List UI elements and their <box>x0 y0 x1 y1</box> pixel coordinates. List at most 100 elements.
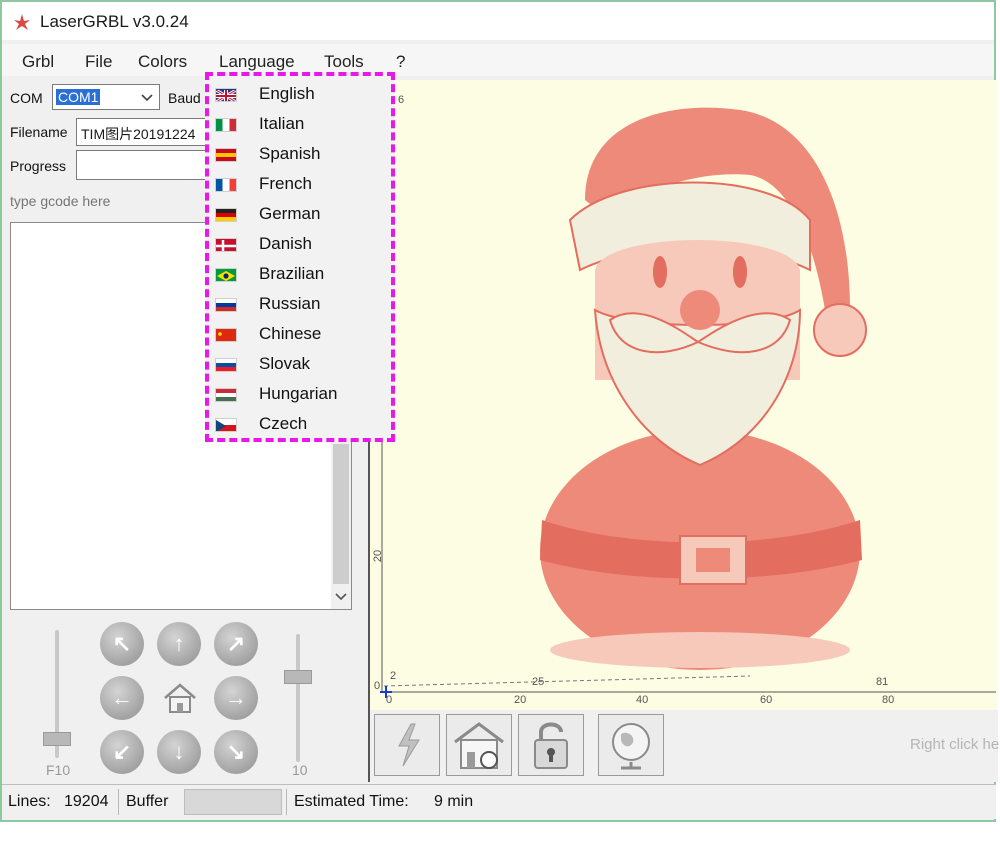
jog-down-button[interactable]: ↓ <box>157 730 201 774</box>
language-label: French <box>259 174 312 193</box>
laser-fire-button[interactable] <box>374 714 440 776</box>
flag-china-icon <box>215 328 237 342</box>
chevron-down-icon <box>141 94 153 102</box>
scroll-down-icon[interactable] <box>335 592 347 602</box>
language-item-russian[interactable]: Russian <box>209 290 391 320</box>
language-label: Brazilian <box>259 264 325 283</box>
homing-button[interactable] <box>446 714 512 776</box>
speed-slider-thumb[interactable] <box>43 732 71 746</box>
arrow-right-icon: → <box>225 685 247 710</box>
flag-czech-icon <box>215 418 237 432</box>
baud-label: Baud <box>168 90 201 106</box>
language-label: Spanish <box>259 144 321 163</box>
x-tick-20: 20 <box>514 694 527 706</box>
menu-file[interactable]: File <box>85 52 112 72</box>
language-item-spanish[interactable]: Spanish <box>209 140 391 170</box>
language-item-italian[interactable]: Italian <box>209 110 391 140</box>
jog-up-left-button[interactable]: ↖ <box>100 622 144 666</box>
language-label: Russian <box>259 294 321 313</box>
santa-preview-image <box>380 90 996 698</box>
language-item-french[interactable]: French <box>209 170 391 200</box>
language-item-hungarian[interactable]: Hungarian <box>209 380 391 410</box>
jog-down-right-button[interactable]: ↘ <box>214 730 258 774</box>
flag-russia-icon <box>215 298 237 312</box>
flag-hungary-icon <box>215 388 237 402</box>
language-label: Italian <box>259 114 305 133</box>
language-item-chinese[interactable]: Chinese <box>209 320 391 350</box>
menu-bar: Grbl File Colors Language Tools ? <box>2 44 994 76</box>
flag-uk-icon <box>215 88 237 102</box>
language-label: English <box>259 84 315 103</box>
filename-label: Filename <box>10 124 68 140</box>
x-mark-25: 25 <box>532 676 545 688</box>
language-label: German <box>259 204 321 223</box>
menu-tools[interactable]: Tools <box>324 52 364 72</box>
home-clock-icon <box>454 722 504 769</box>
status-bar: Lines: 19204 Buffer Estimated Time: 9 mi… <box>2 784 996 819</box>
arrow-down-left-icon: ↙ <box>112 739 132 764</box>
menu-help[interactable]: ? <box>396 52 405 72</box>
language-label: Slovak <box>259 354 311 373</box>
flag-germany-icon <box>215 208 237 222</box>
menu-colors[interactable]: Colors <box>138 52 187 72</box>
right-click-hint: Right click he <box>910 736 1000 753</box>
speed-slider-value: F10 <box>46 762 71 778</box>
x-mark-81: 81 <box>876 676 889 688</box>
menu-language[interactable]: Language <box>219 52 295 72</box>
jog-down-left-button[interactable]: ↙ <box>100 730 144 774</box>
step-slider-value: 10 <box>292 762 308 778</box>
step-slider-thumb[interactable] <box>284 670 312 684</box>
language-menu: English Italian Spanish French German Da… <box>205 72 395 442</box>
language-item-danish[interactable]: Danish <box>209 230 391 260</box>
gcode-input[interactable] <box>8 188 212 214</box>
unlock-icon <box>534 722 568 769</box>
log-scrollbar-thumb[interactable] <box>333 444 349 584</box>
filename-field[interactable]: TIM图片20191224 <box>76 118 208 146</box>
language-item-czech[interactable]: Czech <box>209 410 391 440</box>
y-tick-0: 0 <box>374 680 381 692</box>
arrow-down-right-icon: ↘ <box>226 739 246 764</box>
arrow-up-right-icon: ↗ <box>226 631 246 656</box>
unlock-button[interactable] <box>518 714 584 776</box>
status-separator <box>118 789 119 815</box>
status-separator <box>286 789 287 815</box>
com-label: COM <box>10 90 43 106</box>
jog-right-button[interactable]: → <box>214 676 258 720</box>
arrow-up-left-icon: ↖ <box>112 631 132 656</box>
x-tick-0: 0 <box>386 694 393 706</box>
home-button[interactable] <box>158 676 202 720</box>
y-tick-top: 6 <box>398 94 405 106</box>
globe-button[interactable] <box>598 714 664 776</box>
progress-label: Progress <box>10 158 67 174</box>
com-select[interactable]: COM1 <box>52 84 160 110</box>
language-label: Hungarian <box>259 384 338 403</box>
language-item-german[interactable]: German <box>209 200 391 230</box>
jog-up-button[interactable]: ↑ <box>157 622 201 666</box>
menu-grbl[interactable]: Grbl <box>22 52 54 72</box>
app-logo-icon <box>14 14 30 30</box>
language-item-brazilian[interactable]: Brazilian <box>209 260 391 290</box>
globe-icon <box>612 723 650 770</box>
progress-bar <box>76 150 208 180</box>
flag-denmark-icon <box>215 238 237 252</box>
lines-label: Lines: <box>8 793 51 810</box>
preview-canvas[interactable]: 0 20 6 2 0 20 40 60 80 25 81 <box>368 80 998 710</box>
lines-value: 19204 <box>64 793 109 810</box>
language-item-english[interactable]: English <box>209 80 391 110</box>
x-tick-60: 60 <box>760 694 773 706</box>
x-tick-80: 80 <box>882 694 895 706</box>
flag-france-icon <box>215 178 237 192</box>
jog-up-right-button[interactable]: ↗ <box>214 622 258 666</box>
window-title: LaserGRBL v3.0.24 <box>40 12 189 31</box>
home-icon <box>164 683 196 713</box>
flag-spain-icon <box>215 148 237 162</box>
estimated-time-label: Estimated Time: <box>294 793 409 810</box>
y-tick-20: 20 <box>372 549 385 563</box>
flag-italy-icon <box>215 118 237 132</box>
arrow-up-icon: ↑ <box>173 631 185 656</box>
language-item-slovak[interactable]: Slovak <box>209 350 391 380</box>
step-slider-track[interactable] <box>296 634 300 762</box>
flag-slovakia-icon <box>215 358 237 372</box>
jog-left-button[interactable]: ← <box>100 676 144 720</box>
arrow-left-icon: ← <box>111 685 133 710</box>
